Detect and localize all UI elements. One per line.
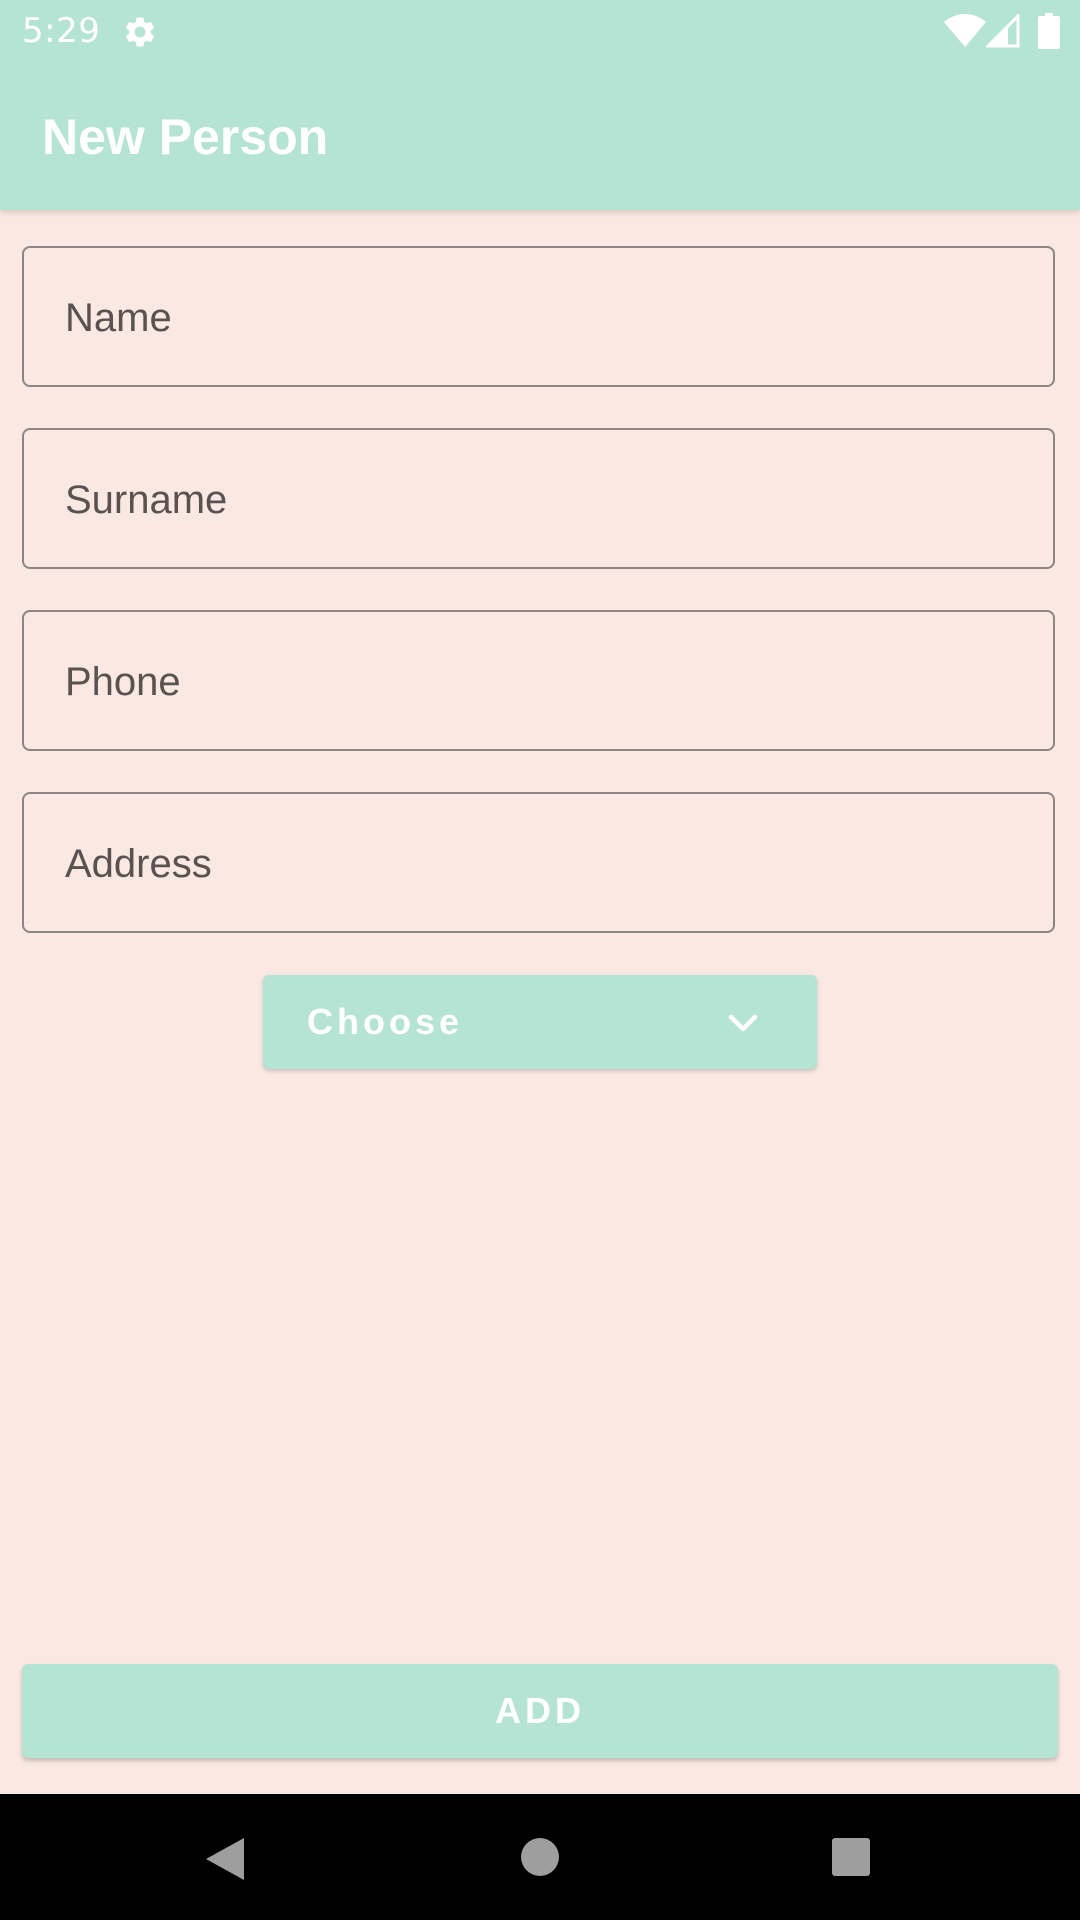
status-time: 5:29 (22, 11, 101, 51)
add-button[interactable]: ADD (22, 1664, 1058, 1758)
surname-field[interactable]: Surname (22, 428, 1055, 569)
choose-dropdown[interactable]: Choose (263, 975, 817, 1069)
phone-field[interactable]: Phone (22, 610, 1055, 751)
navigation-bar (0, 1794, 1080, 1920)
recents-icon[interactable] (830, 1836, 872, 1878)
add-button-label: ADD (495, 1690, 585, 1731)
phone-placeholder: Phone (65, 660, 181, 704)
back-icon[interactable] (204, 1836, 246, 1882)
battery-icon (1038, 13, 1060, 49)
address-placeholder: Address (65, 842, 212, 886)
surname-placeholder: Surname (65, 478, 228, 522)
page-title: New Person (42, 109, 329, 165)
address-field[interactable]: Address (22, 792, 1055, 933)
wifi-icon (944, 14, 986, 47)
signal-icon (986, 14, 1020, 48)
app-bar: New Person (0, 63, 1080, 210)
status-bar: 5:29 (0, 0, 1080, 63)
chevron-down-icon (728, 1014, 758, 1032)
name-placeholder: Name (65, 296, 172, 340)
gear-icon (125, 17, 155, 47)
name-field[interactable]: Name (22, 246, 1055, 387)
home-icon[interactable] (519, 1836, 561, 1878)
dropdown-label: Choose (307, 1001, 464, 1042)
